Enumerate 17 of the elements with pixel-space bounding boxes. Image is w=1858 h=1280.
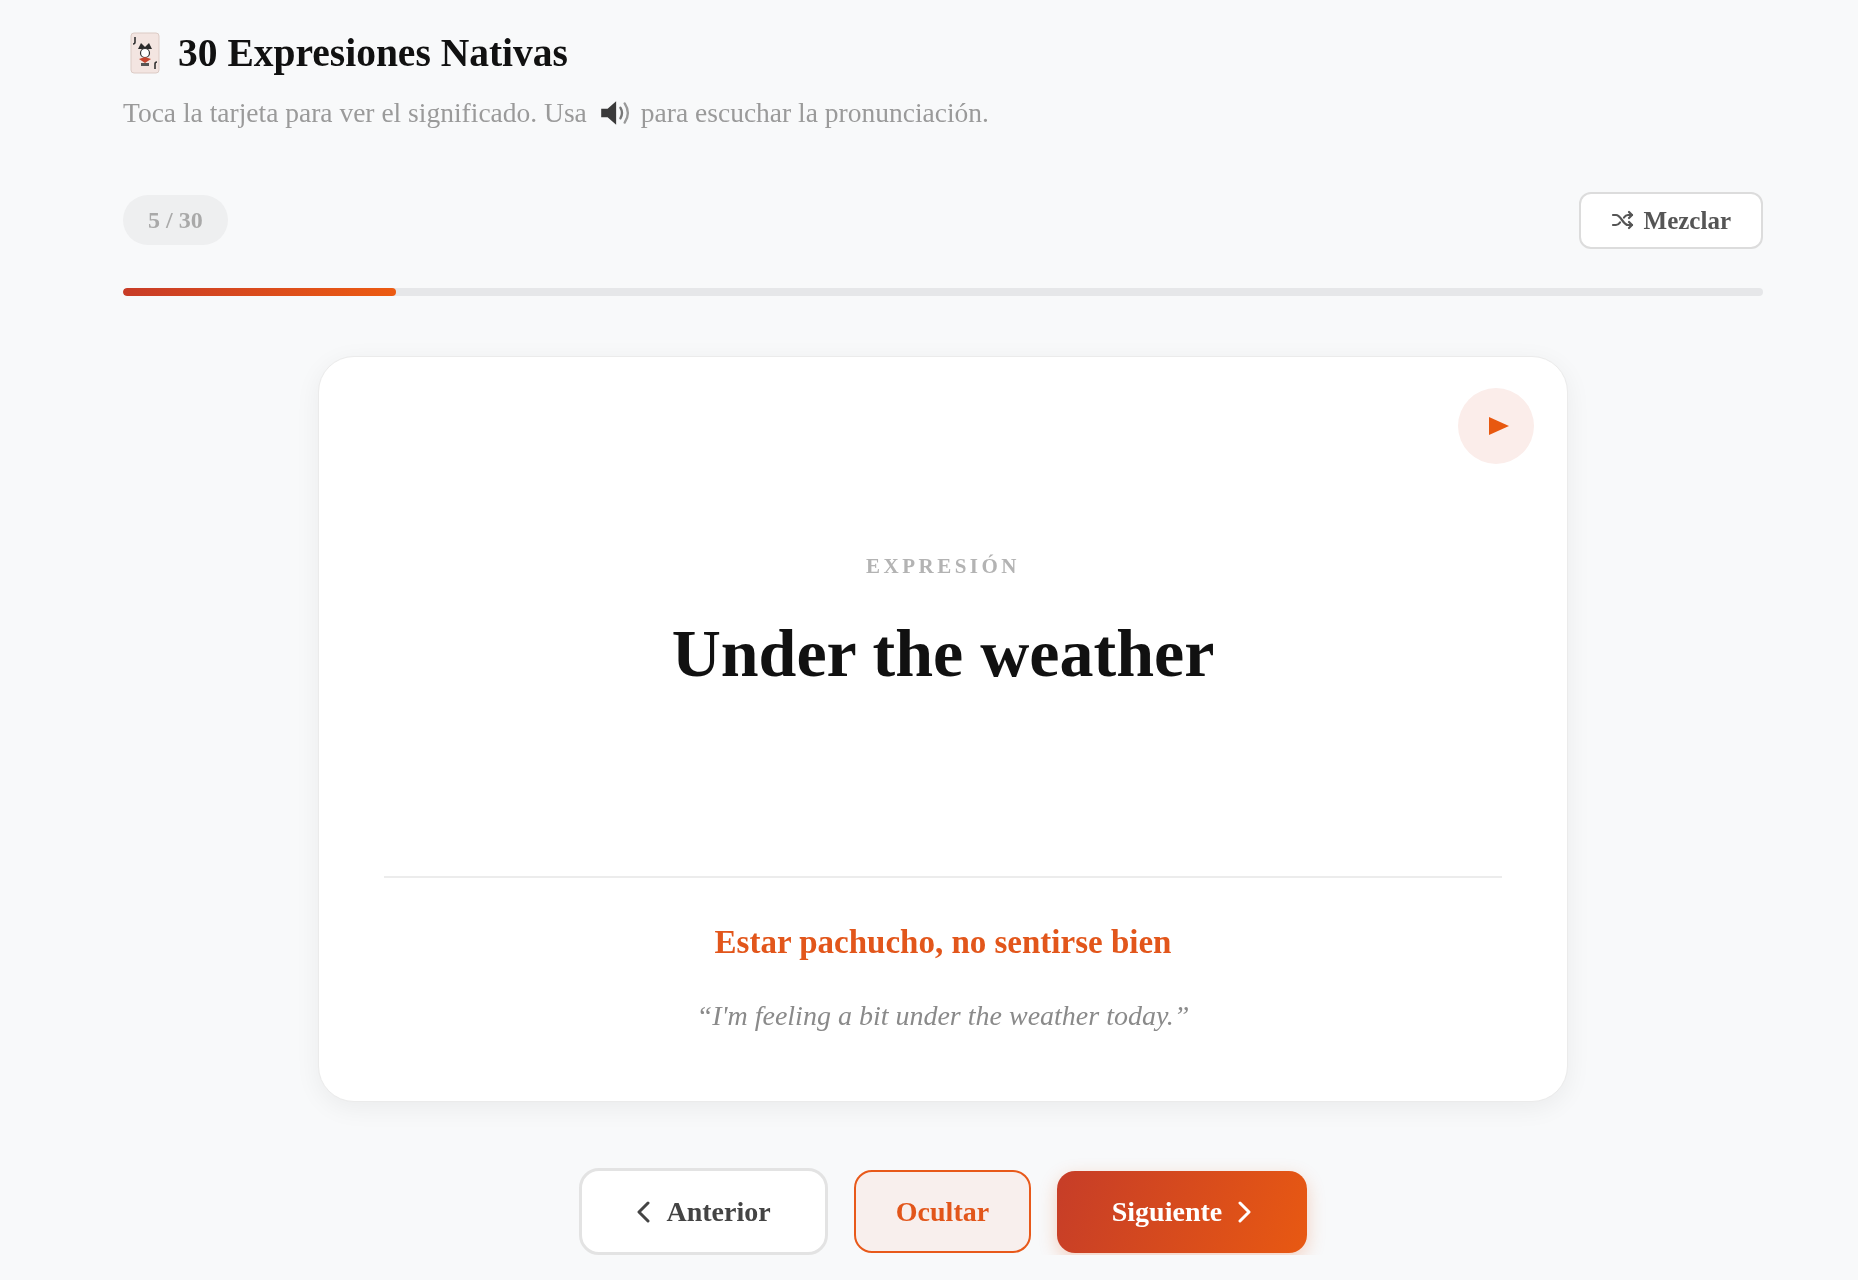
card-label: EXPRESIÓN xyxy=(866,553,1020,580)
card-counter: 5 / 30 xyxy=(123,195,228,245)
playing-card-icon xyxy=(130,32,160,74)
shuffle-button[interactable]: Mezclar xyxy=(1578,191,1763,249)
next-button[interactable]: Siguiente xyxy=(1057,1170,1307,1253)
expression-text: Under the weather xyxy=(671,614,1215,693)
previous-button[interactable]: Anterior xyxy=(579,1168,828,1255)
chevron-right-icon xyxy=(1238,1200,1253,1223)
meaning-text: Estar pachucho, no sentirse bien xyxy=(714,923,1172,962)
subtitle-text: para escuchar la pronunciación. xyxy=(640,96,989,130)
play-icon xyxy=(1488,417,1509,435)
example-sentence: “I'm feeling a bit under the weather today.” xyxy=(696,999,1190,1033)
shuffle-icon xyxy=(1610,209,1635,231)
page-title: 30 Expresiones Nativas xyxy=(178,30,568,76)
flashcard[interactable]: EXPRESIÓN Under the weather Estar pachucho, no sentirse bien “I'm feeling a bit under the weather today.” xyxy=(318,356,1568,1102)
subtitle-text: Toca la tarjeta para ver el significado. Usa xyxy=(123,96,587,130)
chevron-left-icon xyxy=(636,1200,651,1223)
